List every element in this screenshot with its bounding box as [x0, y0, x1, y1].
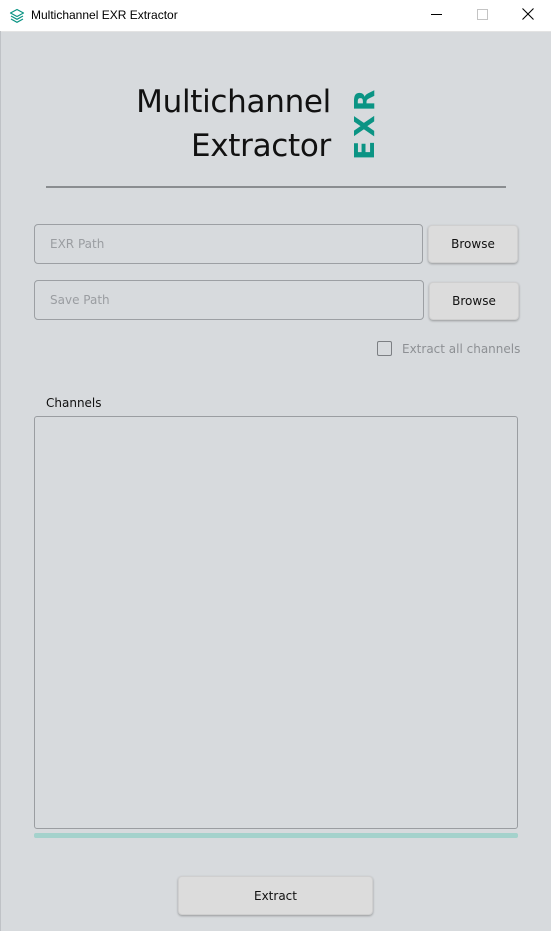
window-left-edge — [0, 31, 1, 931]
save-path-input[interactable] — [34, 280, 424, 320]
extract-all-checkbox[interactable]: Extract all channels — [377, 341, 520, 356]
window-title-bar[interactable]: Multichannel EXR Extractor — [0, 0, 551, 32]
minimize-icon — [430, 7, 442, 25]
maximize-button[interactable] — [459, 0, 505, 31]
exr-logo-text: EXR — [348, 87, 381, 160]
browse-exr-label: Browse — [451, 237, 495, 251]
header-divider — [46, 186, 506, 188]
close-button[interactable] — [505, 0, 551, 31]
progress-bar — [34, 833, 518, 838]
exr-logo: EXR — [348, 87, 381, 160]
channels-label: Channels — [46, 396, 102, 410]
browse-exr-button[interactable]: Browse — [428, 225, 518, 263]
maximize-icon — [476, 7, 488, 25]
extract-button[interactable]: Extract — [178, 876, 373, 915]
extract-all-label: Extract all channels — [402, 341, 521, 356]
extract-button-label: Extract — [254, 888, 297, 903]
extract-all-checkbox-box[interactable] — [377, 341, 392, 356]
minimize-button[interactable] — [413, 0, 459, 31]
browse-save-label: Browse — [452, 294, 496, 308]
channels-list[interactable] — [34, 416, 518, 829]
app-title-line-2: Extractor — [190, 128, 331, 164]
close-icon — [522, 7, 534, 25]
exr-path-input[interactable] — [34, 224, 423, 264]
app-title-line-1: Multichannel — [136, 84, 331, 120]
browse-save-button[interactable]: Browse — [429, 282, 519, 320]
window-title: Multichannel EXR Extractor — [31, 8, 178, 22]
layers-icon — [9, 8, 25, 24]
